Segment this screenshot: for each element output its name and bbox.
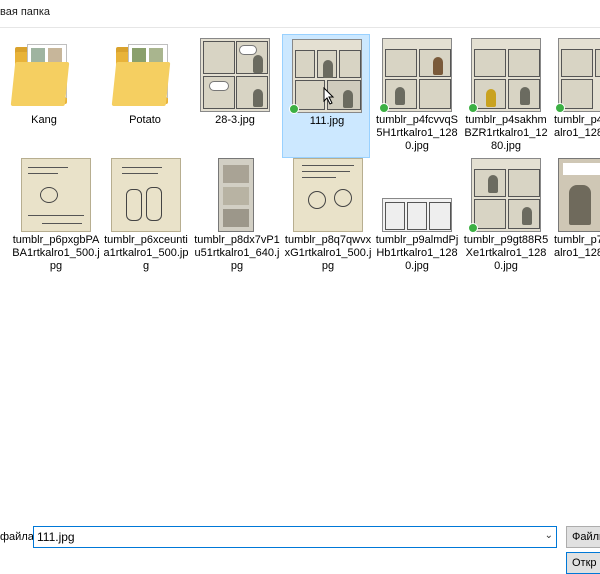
- image-item[interactable]: tumblr_p4sakhmBZR1rtkalro1_1280.jpg: [462, 34, 550, 158]
- chevron-down-icon[interactable]: ⌄: [545, 530, 553, 541]
- window-title-fragment: вая папка: [0, 6, 51, 18]
- comic-thumbnail: [379, 38, 452, 113]
- item-label: tumblr_p4Rq1rtkalro1_1280.jpg: [554, 114, 600, 139]
- comic-thumbnail: [468, 158, 541, 233]
- filename-label: файла:: [0, 531, 37, 543]
- folder-item-potato[interactable]: Potato: [101, 34, 189, 158]
- folder-icon: [9, 38, 79, 112]
- comic-thumbnail: [382, 198, 452, 232]
- item-label: tumblr_p4fcvvqS5H1rtkalro1_1280.jpg: [376, 114, 458, 152]
- mouse-cursor-icon: [323, 87, 335, 105]
- item-label: tumblr_p6pxgbPABA1rtkalro1_500.jpg: [12, 234, 100, 272]
- item-label: tumblr_p6xceuntia1rtkalro1_500.jpg: [103, 234, 189, 272]
- filename-combobox[interactable]: ⌄: [33, 526, 557, 548]
- item-label: tumblr_p8q7qwvxxG1rtkalro1_500.jpg: [284, 234, 372, 272]
- comic-strip-thumbnail: [218, 158, 254, 232]
- folder-item-kang[interactable]: Kang: [0, 34, 88, 158]
- item-label: tumblr_p9gt88R5Xe1rtkalro1_1280.jpg: [463, 234, 549, 272]
- image-item[interactable]: tumblr_p4Rq1rtkalro1_1280.jpg: [552, 34, 600, 158]
- comic-thumbnail: [200, 38, 270, 112]
- top-divider: [0, 27, 600, 28]
- image-item[interactable]: tumblr_p77C1rtkalro1_1280.jpg: [552, 154, 600, 278]
- image-item[interactable]: tumblr_p4fcvvqS5H1rtkalro1_1280.jpg: [373, 34, 461, 158]
- comic-thumbnail: [468, 38, 541, 113]
- item-label: 28-3.jpg: [215, 114, 255, 126]
- sketch-thumbnail: [293, 158, 363, 232]
- item-label: Potato: [129, 114, 161, 126]
- file-grid: Kang Potato 28-3.jpg 111.jpg tumblr_p4fc…: [0, 30, 600, 510]
- sketch-thumbnail: [111, 158, 181, 232]
- comic-thumbnail: [555, 38, 600, 113]
- image-item[interactable]: tumblr_p6pxgbPABA1rtkalro1_500.jpg: [12, 154, 100, 278]
- item-label: 111.jpg: [309, 115, 345, 127]
- open-button[interactable]: Откр: [566, 552, 600, 574]
- image-item[interactable]: tumblr_p6xceuntia1rtkalro1_500.jpg: [102, 154, 190, 278]
- item-label: tumblr_p77C1rtkalro1_1280.jpg: [554, 234, 600, 259]
- file-type-dropdown[interactable]: Файлы: [566, 526, 600, 548]
- image-item[interactable]: tumblr_p8q7qwvxxG1rtkalro1_500.jpg: [284, 154, 372, 278]
- image-item[interactable]: tumblr_p9gt88R5Xe1rtkalro1_1280.jpg: [462, 154, 550, 278]
- image-item[interactable]: 28-3.jpg: [191, 34, 279, 158]
- image-item[interactable]: tumblr_p8dx7vP1u51rtkalro1_640.jpg: [193, 154, 281, 278]
- comic-thumbnail: [558, 158, 600, 232]
- item-label: tumblr_p4sakhmBZR1rtkalro1_1280.jpg: [464, 114, 548, 152]
- folder-icon: [110, 38, 180, 112]
- item-label: tumblr_p9almdPjHb1rtkalro1_1280.jpg: [375, 234, 459, 272]
- item-label: Kang: [31, 114, 57, 126]
- image-item-selected[interactable]: 111.jpg: [282, 34, 370, 158]
- filename-input[interactable]: [37, 529, 537, 545]
- image-item[interactable]: tumblr_p9almdPjHb1rtkalro1_1280.jpg: [373, 154, 461, 278]
- sketch-thumbnail: [21, 158, 91, 232]
- item-label: tumblr_p8dx7vP1u51rtkalro1_640.jpg: [194, 234, 280, 272]
